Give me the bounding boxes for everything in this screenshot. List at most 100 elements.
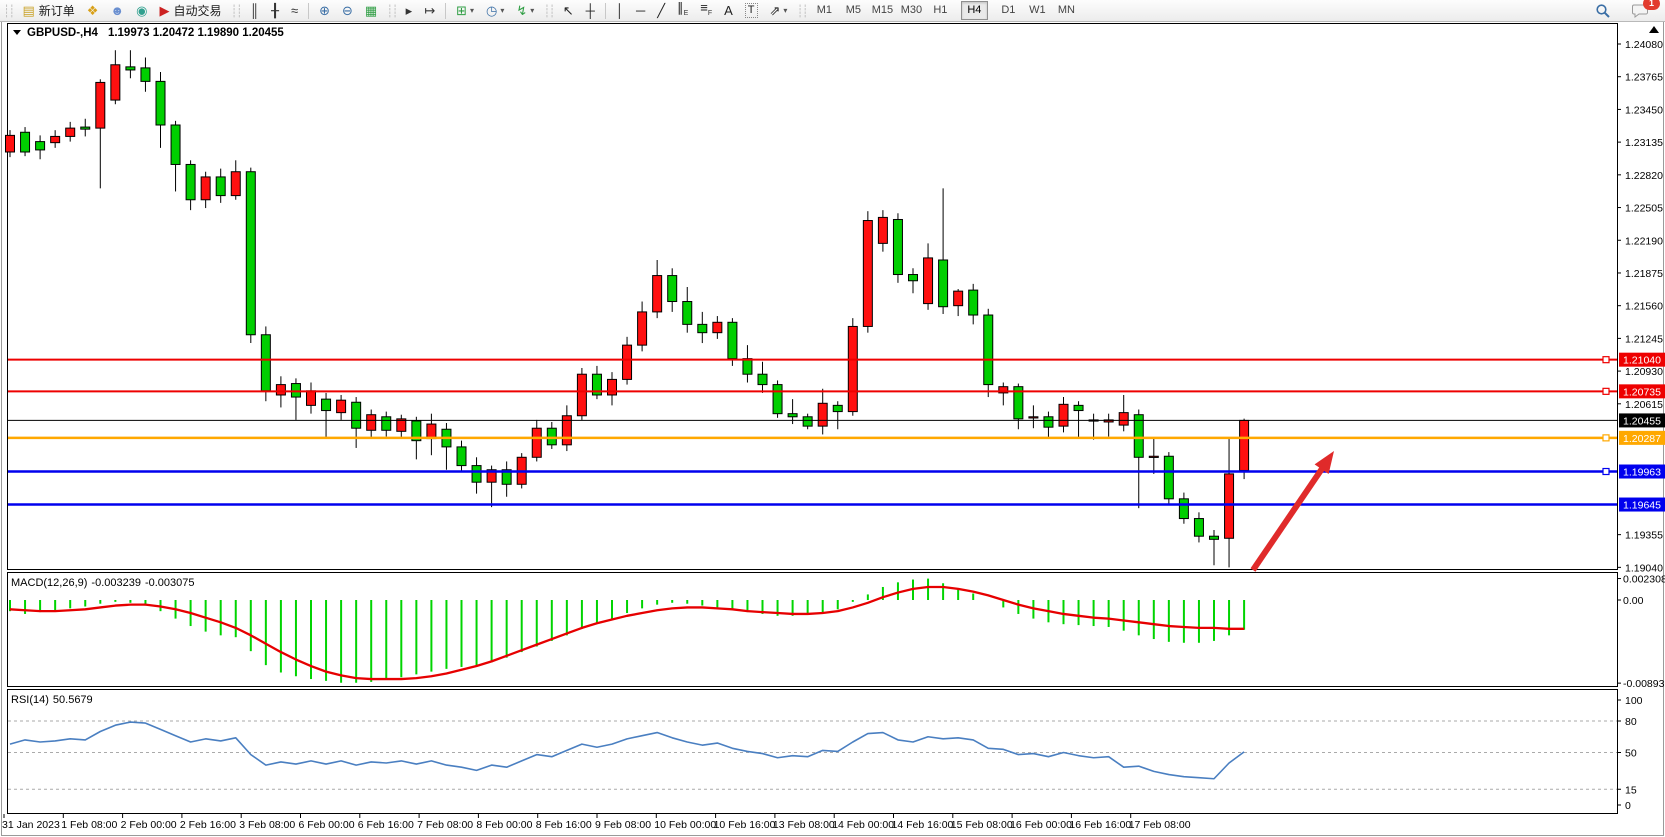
candle-body	[291, 384, 300, 397]
time-tick-label: 10 Feb 16:00	[714, 819, 776, 831]
trendline-button[interactable]: ╱	[652, 0, 670, 21]
chart-shift-button[interactable]: ↦	[419, 0, 440, 21]
vertical-line-button[interactable]: │	[611, 0, 629, 21]
bar-chart-icon-button[interactable]: ║	[245, 0, 264, 21]
time-tick-label: 16 Feb 00:00	[1010, 819, 1072, 831]
candle-body	[1134, 415, 1143, 458]
candle-body	[547, 428, 556, 445]
dropdown-caret-icon: ▾	[530, 6, 534, 15]
time-tick-label: 8 Feb 16:00	[536, 819, 592, 831]
timeframe-button-w1[interactable]: W1	[1024, 1, 1051, 20]
line-chart-icon-button[interactable]: ≈	[286, 0, 303, 21]
autotrade-button[interactable]: ▶自动交易	[154, 0, 226, 21]
timeframe-button-h4[interactable]: H4	[961, 1, 988, 20]
candlestick-icon-button[interactable]: ╂	[266, 0, 284, 21]
timeframe-button-m15[interactable]: M15	[869, 1, 896, 20]
level-line-handle[interactable]	[1603, 469, 1609, 475]
price-badge-text: 1.20735	[1623, 386, 1661, 398]
label-button[interactable]: T	[740, 0, 763, 21]
cursor-icon: ↖	[563, 1, 574, 20]
shapes-button[interactable]: ⇗▾	[765, 0, 793, 21]
chart-area: 1.240801.237651.234501.231351.228201.225…	[0, 0, 1665, 837]
rsi-tick-label: 0	[1625, 800, 1631, 812]
chart-title: GBPUSD-,H41.19973 1.20472 1.19890 1.2045…	[27, 27, 284, 39]
period-button[interactable]: ◷▾	[481, 0, 509, 21]
macd-panel[interactable]	[8, 573, 1618, 687]
trendline-icon: ╱	[657, 1, 665, 20]
candle-body	[156, 81, 165, 125]
timeframe-button-h1[interactable]: H1	[927, 1, 954, 20]
candle-body	[878, 217, 887, 243]
candle-body	[36, 142, 45, 150]
level-line-handle[interactable]	[1603, 388, 1609, 394]
text-button[interactable]: A	[719, 0, 738, 21]
candle-body	[984, 315, 993, 385]
candle-body	[276, 385, 285, 395]
candle-body	[111, 65, 120, 100]
candle-body	[231, 172, 240, 196]
candle-body	[909, 275, 918, 281]
timeframe-button-mn[interactable]: MN	[1053, 1, 1080, 20]
toolbar-group-handle[interactable]: ┊┊	[543, 4, 553, 18]
timeframe-button-d1[interactable]: D1	[995, 1, 1022, 20]
profile-icon-button[interactable]: ☻	[105, 0, 129, 21]
toolbar-group-handle[interactable]: ┊┊	[3, 4, 13, 18]
candle-body	[1179, 499, 1188, 519]
styles-icon-button[interactable]: ❖	[82, 0, 104, 21]
autotrade-icon: ▶	[159, 1, 169, 20]
toolbar-group-handle[interactable]: ┊┊	[796, 4, 806, 18]
search-button[interactable]	[1590, 0, 1616, 21]
indicators-icon: ↯	[516, 1, 527, 20]
price-badge-text: 1.19963	[1623, 467, 1661, 479]
time-tick-label: 10 Feb 00:00	[654, 819, 716, 831]
price-tick-label: 1.21875	[1625, 268, 1663, 280]
new-order-button[interactable]: ▤新订单	[17, 0, 79, 21]
zoom-in-button[interactable]: ⊕	[314, 0, 335, 21]
toolbar-group-handle[interactable]: ┊┊	[386, 4, 396, 18]
indicators-button[interactable]: ↯▾	[511, 0, 539, 21]
candle-body	[382, 417, 391, 430]
time-tick-label: 2 Feb 00:00	[121, 819, 177, 831]
notifications-button[interactable]: 1	[1627, 0, 1654, 21]
new-chart-button[interactable]: ⊞▾	[451, 0, 479, 21]
candle-body	[261, 335, 270, 391]
zoom-out-button[interactable]: ⊖	[337, 0, 358, 21]
macd-tick-label: 0.00	[1623, 595, 1644, 607]
fibonacci-button[interactable]: ≡	[695, 0, 717, 21]
timeframe-button-m1[interactable]: M1	[811, 1, 838, 20]
candle-body	[6, 135, 15, 152]
candle-body	[1119, 413, 1128, 425]
level-line-handle[interactable]	[1603, 357, 1609, 363]
timeframe-button-m5[interactable]: M5	[840, 1, 867, 20]
tile-windows-button[interactable]: ▦	[360, 0, 382, 21]
candle-body	[96, 82, 105, 128]
candle-body	[939, 260, 948, 307]
dropdown-caret-icon: ▾	[470, 6, 474, 15]
cursor-button[interactable]: ↖	[558, 0, 579, 21]
crosshair-button[interactable]: ┼	[581, 0, 600, 21]
styles-icon-icon: ❖	[87, 1, 99, 20]
timeframe-button-m30[interactable]: M30	[898, 1, 925, 20]
time-tick-label: 2 Feb 16:00	[180, 819, 236, 831]
candle-body	[818, 403, 827, 426]
level-line-handle[interactable]	[1603, 435, 1609, 441]
time-tick-label: 14 Feb 16:00	[892, 819, 954, 831]
rsi-tick-label: 15	[1625, 784, 1637, 796]
notification-count-badge: 1	[1643, 0, 1660, 10]
auto-scroll-button[interactable]: ▸	[401, 0, 418, 21]
horizontal-line-button[interactable]: ─	[631, 0, 650, 21]
candle-body	[81, 127, 90, 129]
toolbar-group-handle[interactable]: ┊┊	[230, 4, 240, 18]
signal-icon-button[interactable]: ◉	[131, 0, 152, 21]
candle-body	[863, 221, 872, 327]
candle-body	[668, 276, 677, 302]
price-tick-label: 1.21245	[1625, 333, 1663, 345]
candle-body	[472, 466, 481, 483]
candle-body	[743, 359, 752, 375]
candle-body	[653, 276, 662, 312]
candle-body	[713, 322, 722, 332]
price-tick-label: 1.24080	[1625, 39, 1663, 51]
horizontal-line-icon: ─	[636, 1, 645, 20]
channel-button[interactable]: ∥	[672, 0, 693, 21]
toolbar: ┊┊▤新订单❖☻◉▶自动交易┊┊║╂≈⊕⊖▦┊┊▸↦⊞▾◷▾↯▾┊┊↖┼│─╱∥…	[0, 0, 1665, 22]
